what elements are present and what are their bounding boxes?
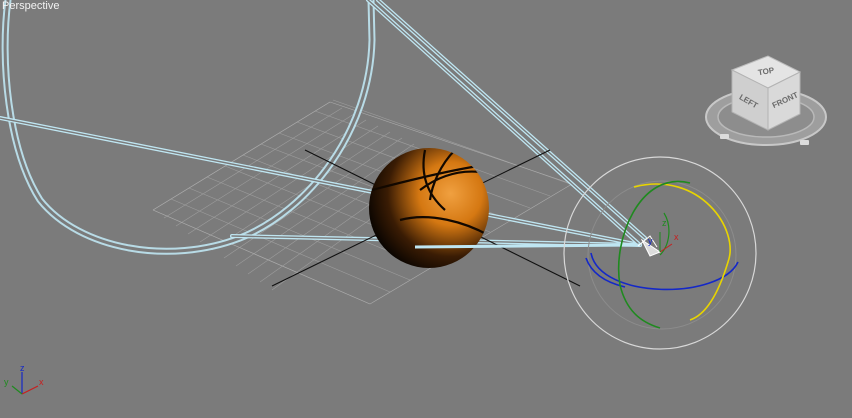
viewport-label[interactable]: Perspective (2, 0, 59, 12)
light-beam-lines (414, 243, 641, 249)
world-axis-x-label: x (39, 377, 44, 387)
gizmo-axis-z-label: z (662, 218, 667, 228)
world-axis-z-label: z (20, 363, 25, 373)
world-axis-tripod: z x y (4, 363, 44, 395)
gizmo-axis-x-label: x (674, 232, 679, 242)
viewcube-icon[interactable]: TOP LEFT FRONT (705, 55, 827, 146)
perspective-viewport[interactable]: x z y TOP LEFT FRONT z x y Perspective (0, 0, 852, 418)
rotate-gizmo-icon[interactable]: x z y (563, 156, 757, 350)
gizmo-axis-y-label: y (648, 236, 653, 246)
light-cone-wireframe (0, 0, 647, 255)
scene-canvas[interactable]: x z y TOP LEFT FRONT z x y (0, 0, 852, 418)
home-grid (152, 99, 573, 305)
basketball[interactable] (369, 148, 490, 268)
world-axis-y-label: y (4, 377, 9, 387)
